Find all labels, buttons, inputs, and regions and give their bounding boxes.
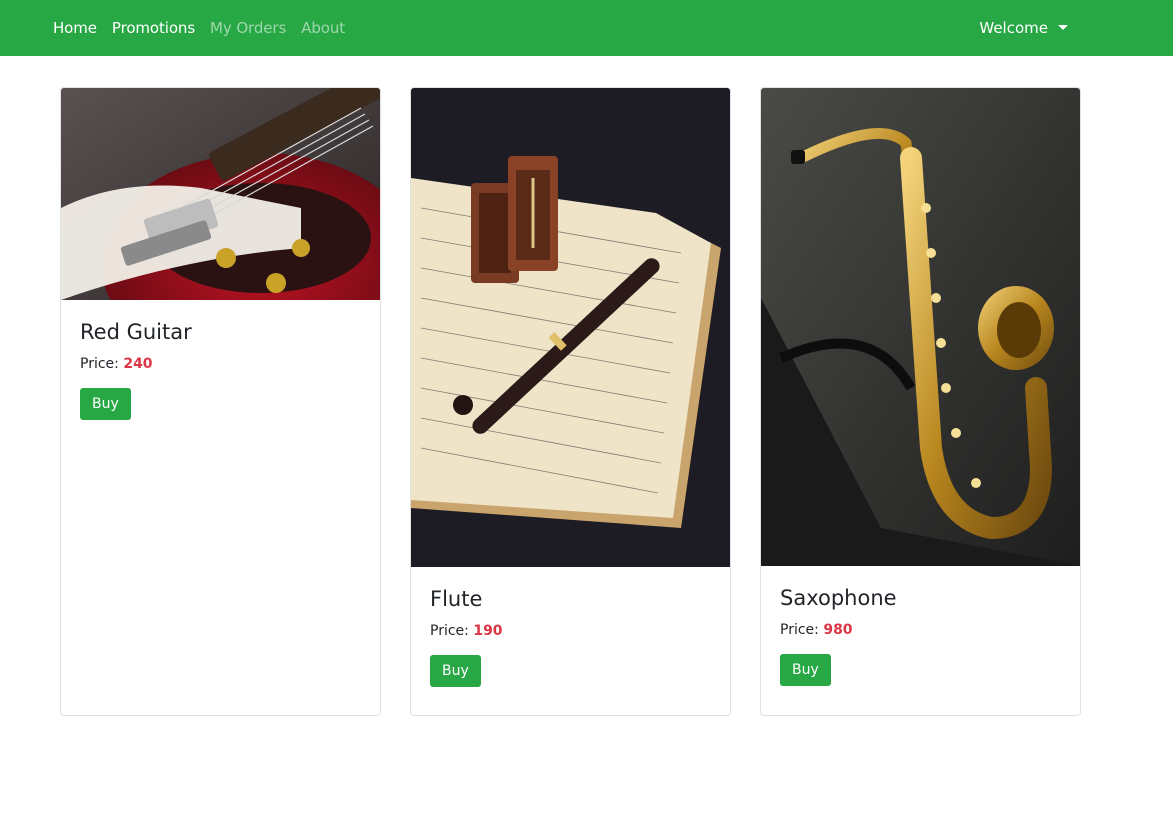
red-electric-guitar-image [61,88,380,300]
nav-link-home[interactable]: Home [53,19,97,37]
product-card: Red Guitar Price: 240 Buy [60,87,381,716]
product-title: Saxophone [780,586,897,610]
card-body: Red Guitar Price: 240 Buy [61,300,380,440]
price-value: 190 [473,623,503,639]
price-label: Price: [780,622,819,638]
product-title: Red Guitar [80,320,192,344]
nav-link-my-orders[interactable]: My Orders [210,19,286,37]
buy-button[interactable]: Buy [80,388,131,420]
price-label: Price: [80,356,119,372]
card-body: Saxophone Price: 980 Buy [761,566,1080,706]
flute-on-sheet-music-image [411,88,730,567]
buy-button[interactable]: Buy [780,654,831,686]
product-card: Flute Price: 190 Buy [410,87,731,716]
nav-link-about[interactable]: About [301,19,345,37]
card-body: Flute Price: 190 Buy [411,567,730,707]
saxophone-image [761,88,1080,566]
price-line: Price: 240 [80,356,361,372]
nav-link-promotions[interactable]: Promotions [112,19,195,37]
user-menu-dropdown[interactable]: Welcome [979,19,1068,37]
price-value: 980 [823,622,853,638]
product-card: Saxophone Price: 980 Buy [760,87,1081,716]
product-grid: Red Guitar Price: 240 Buy Flute Price: 1… [0,56,1173,716]
price-line: Price: 190 [430,623,711,639]
top-navbar: Home Promotions My Orders About Welcome [0,0,1173,56]
buy-button[interactable]: Buy [430,655,481,687]
nav-links: Home Promotions My Orders About [53,19,345,37]
product-title: Flute [430,587,483,611]
caret-down-icon [1058,24,1068,30]
user-menu-label: Welcome [979,19,1048,37]
price-value: 240 [123,356,153,372]
price-line: Price: 980 [780,622,1061,638]
price-label: Price: [430,623,469,639]
